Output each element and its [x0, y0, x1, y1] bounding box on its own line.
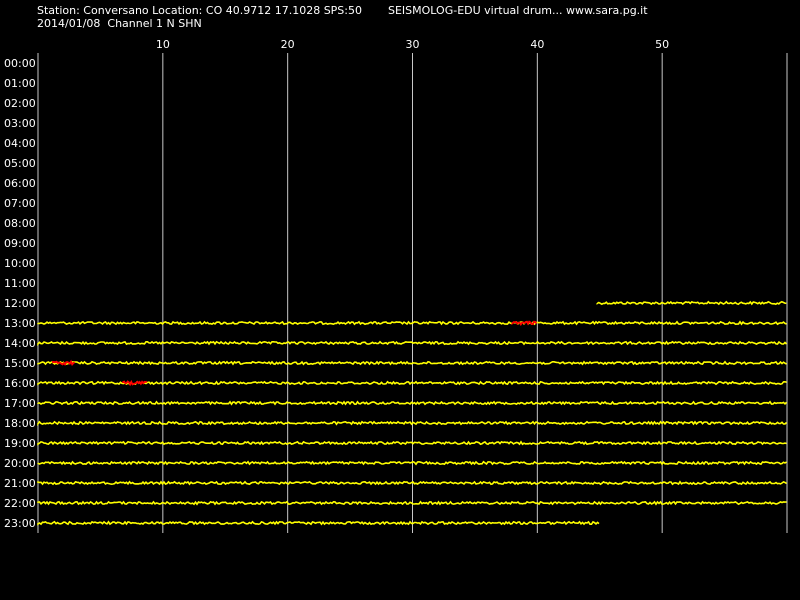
- seismic-trace: [37, 440, 787, 446]
- hour-label: 23:00: [4, 517, 36, 530]
- hour-label: 13:00: [4, 317, 36, 330]
- hour-label: 18:00: [4, 417, 36, 430]
- hour-label: 17:00: [4, 397, 36, 410]
- minute-tick-label: 20: [281, 38, 295, 51]
- hour-label: 12:00: [4, 297, 36, 310]
- hour-label: 22:00: [4, 497, 36, 510]
- minute-tick-label: 40: [530, 38, 544, 51]
- hour-label: 10:00: [4, 257, 36, 270]
- hour-label: 06:00: [4, 177, 36, 190]
- hour-label: 04:00: [4, 137, 36, 150]
- hour-label: 00:00: [4, 57, 36, 70]
- minute-tick-label: 30: [406, 38, 420, 51]
- hour-label: 14:00: [4, 337, 36, 350]
- grid-lines: [37, 53, 788, 533]
- hour-label: 03:00: [4, 117, 36, 130]
- minute-tick-label: 50: [655, 38, 669, 51]
- hour-label: 16:00: [4, 377, 36, 390]
- minute-axis: 10 20 30 40 50: [156, 38, 669, 51]
- hour-label: 21:00: [4, 477, 36, 490]
- hour-label: 02:00: [4, 97, 36, 110]
- hour-label: 05:00: [4, 157, 36, 170]
- seismic-trace: [37, 520, 600, 526]
- seismic-drum-chart: 10 20 30 40 50 00:00 01:00 02:00 03:00 04:00 05:0…: [4, 38, 788, 533]
- hour-label: 01:00: [4, 77, 36, 90]
- seismic-trace: [37, 420, 788, 427]
- hour-label: 19:00: [4, 437, 36, 450]
- seismic-trace: [37, 400, 788, 406]
- hour-label: 15:00: [4, 357, 36, 370]
- hour-label: 20:00: [4, 457, 36, 470]
- hour-axis: 00:00 01:00 02:00 03:00 04:00 05:00 06:00 07:00…: [4, 57, 36, 530]
- minute-tick-label: 10: [156, 38, 170, 51]
- hour-label: 11:00: [4, 277, 36, 290]
- hour-label: 07:00: [4, 197, 36, 210]
- seismic-trace: [596, 300, 787, 306]
- hour-label: 09:00: [4, 237, 36, 250]
- event-markers: [52, 320, 538, 387]
- hour-label: 08:00: [4, 217, 36, 230]
